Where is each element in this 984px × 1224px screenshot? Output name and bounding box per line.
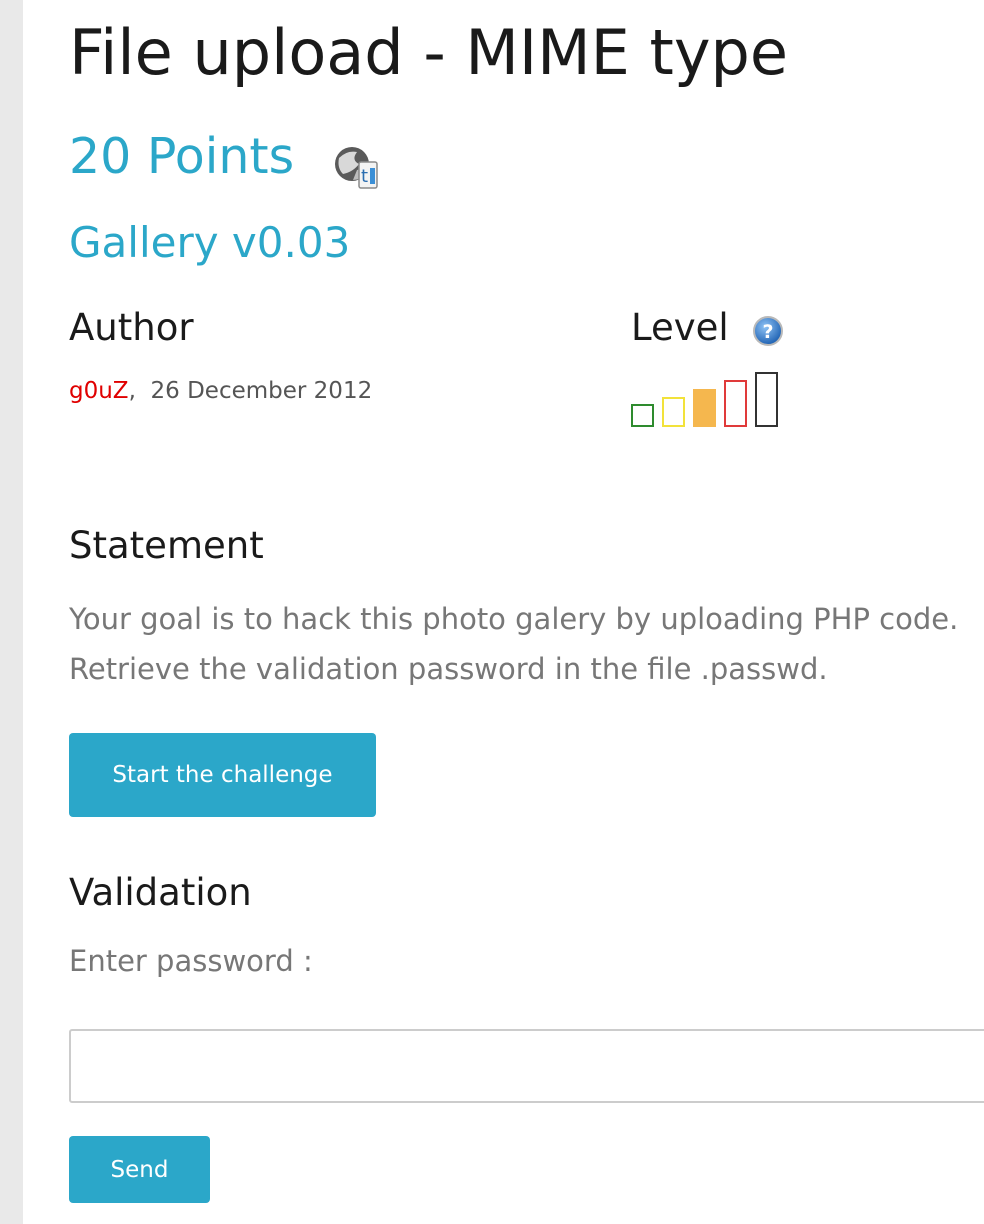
validation-heading: Validation: [69, 871, 252, 914]
author-heading: Author: [69, 306, 194, 349]
svg-text:t: t: [361, 166, 368, 187]
statement-heading: Statement: [69, 524, 264, 567]
statement-line: Your goal is to hack this photo galery b…: [69, 602, 959, 636]
help-question-icon[interactable]: ?: [752, 315, 784, 347]
author-date: 26 December 2012: [150, 378, 373, 404]
statement-line: Retrieve the validation password in the …: [69, 652, 828, 686]
author-separator: ,: [128, 378, 136, 404]
svg-text:?: ?: [762, 321, 773, 343]
level-bar-3: [693, 389, 716, 427]
author-line: g0uZ, 26 December 2012: [69, 378, 372, 404]
send-button[interactable]: Send: [69, 1136, 210, 1203]
level-bar-5: [755, 372, 778, 427]
level-bar-1: [631, 404, 654, 427]
level-bar-4: [724, 380, 747, 427]
difficulty-level-bars: [631, 372, 778, 427]
level-bar-2: [662, 397, 685, 427]
password-input[interactable]: [69, 1029, 984, 1103]
left-rail: [0, 0, 23, 1224]
challenge-link[interactable]: Gallery v0.03: [69, 218, 350, 267]
challenge-points: 20 Points: [69, 128, 295, 185]
page-title: File upload - MIME type: [69, 16, 789, 89]
start-challenge-button[interactable]: Start the challenge: [69, 733, 376, 817]
password-label: Enter password :: [69, 944, 313, 978]
statement-text: Your goal is to hack this photo galery b…: [69, 594, 984, 694]
web-server-globe-icon: t: [335, 147, 378, 189]
challenge-page: File upload - MIME type 20 Points t Gall…: [69, 0, 984, 1224]
author-name-link[interactable]: g0uZ: [69, 378, 129, 404]
level-heading: Level: [631, 306, 729, 349]
